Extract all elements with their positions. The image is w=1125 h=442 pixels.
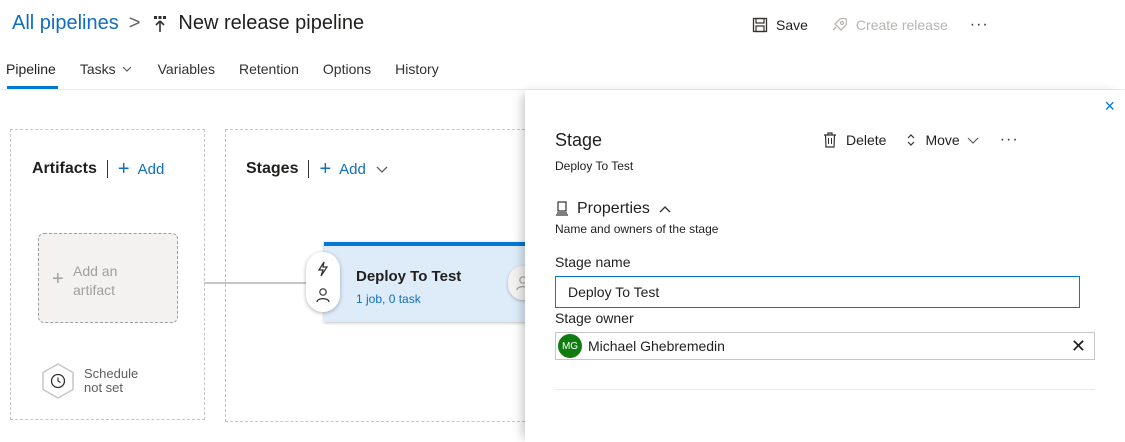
header-actions: Save Create release ··· xyxy=(752,16,989,34)
chevron-down-icon xyxy=(967,137,979,144)
chevron-down-icon xyxy=(376,166,388,173)
delete-label: Delete xyxy=(846,132,887,148)
add-artifact-text-line2: artifact xyxy=(73,282,116,298)
create-release-label: Create release xyxy=(855,17,948,33)
stage-card-name: Deploy To Test xyxy=(356,268,462,285)
pre-deployment-conditions[interactable] xyxy=(306,252,340,312)
schedule-text: Schedule not set xyxy=(84,367,138,395)
schedule-trigger[interactable]: Schedule not set xyxy=(40,362,138,400)
panel-more-button[interactable]: ··· xyxy=(1000,131,1019,149)
stage-owner-label: Stage owner xyxy=(555,310,634,326)
trash-icon xyxy=(824,132,836,148)
properties-section-toggle[interactable]: Properties xyxy=(555,200,680,218)
clock-icon xyxy=(42,363,74,399)
delete-stage-button[interactable]: Delete xyxy=(823,132,886,148)
breadcrumb-all-pipelines[interactable]: All pipelines xyxy=(12,12,119,35)
tab-tasks-label: Tasks xyxy=(79,61,116,77)
tab-history[interactable]: History xyxy=(395,61,439,77)
panel-subtitle: Deploy To Test xyxy=(555,159,634,173)
rocket-icon xyxy=(832,17,848,31)
add-stage-label: Add xyxy=(339,160,366,178)
tab-pipeline[interactable]: Pipeline xyxy=(6,61,56,77)
stage-name-input[interactable] xyxy=(555,276,1080,308)
page-title: New release pipeline xyxy=(178,12,365,34)
breadcrumb-separator: > xyxy=(128,12,141,34)
add-artifact-text: Add an artifact xyxy=(73,262,153,300)
remove-owner-button[interactable]: ✕ xyxy=(1071,336,1086,357)
approver-person-icon[interactable] xyxy=(315,287,331,303)
plus-icon: + xyxy=(52,268,64,290)
chevron-down-icon xyxy=(122,66,132,72)
tab-tasks[interactable]: Tasks xyxy=(80,61,134,77)
owner-name: Michael Ghebremedin xyxy=(588,338,725,354)
artifacts-title: Artifacts xyxy=(32,160,97,177)
release-pipeline-icon xyxy=(152,15,168,33)
plus-icon: + xyxy=(117,158,130,180)
panel-title: Stage xyxy=(555,130,603,150)
properties-icon xyxy=(556,201,568,216)
avatar: MG xyxy=(558,334,582,358)
panel-divider xyxy=(555,389,1095,390)
stage-owner-field[interactable]: MG Michael Ghebremedin ✕ xyxy=(555,332,1095,360)
add-artifact-label: Add xyxy=(137,160,165,178)
tab-options[interactable]: Options xyxy=(323,61,371,77)
more-actions-button[interactable]: ··· xyxy=(970,16,989,34)
move-stage-button[interactable]: Move xyxy=(906,132,979,148)
schedule-line1: Schedule xyxy=(84,366,139,381)
close-panel-button[interactable]: × xyxy=(1104,96,1115,117)
stage-card-deploy-to-test[interactable]: Deploy To Test 1 job, 0 task xyxy=(324,242,534,322)
tab-retention[interactable]: Retention xyxy=(239,61,299,77)
stages-header: Stages + Add xyxy=(246,159,390,179)
properties-title: Properties xyxy=(577,200,650,217)
stage-properties-panel: × Stage Deploy To Test Delete Move ··· P… xyxy=(525,90,1125,442)
schedule-line2: not set xyxy=(84,380,124,395)
breadcrumb: All pipelines > New release pipeline xyxy=(12,12,364,35)
divider-bar xyxy=(106,160,108,178)
save-icon xyxy=(752,17,768,33)
create-release-button[interactable]: Create release xyxy=(830,17,948,33)
chevron-up-icon xyxy=(659,206,671,213)
divider-bar xyxy=(308,160,310,178)
properties-description: Name and owners of the stage xyxy=(555,222,719,236)
artifacts-header: Artifacts + Add xyxy=(32,159,164,179)
add-artifact-text-line1: Add an xyxy=(73,263,118,279)
tab-bar: Pipeline Tasks Variables Retention Optio… xyxy=(6,61,463,77)
save-label: Save xyxy=(776,17,808,33)
add-stage-button[interactable]: + Add xyxy=(319,159,389,179)
plus-icon: + xyxy=(319,158,332,180)
move-label: Move xyxy=(925,132,960,148)
add-artifact-card[interactable]: + Add an artifact xyxy=(38,233,178,323)
stage-name-label: Stage name xyxy=(555,254,631,270)
trigger-lightning-icon[interactable] xyxy=(315,261,331,277)
add-artifact-button[interactable]: + Add xyxy=(118,159,164,179)
stages-title: Stages xyxy=(246,160,299,177)
stage-card-jobs-link[interactable]: 1 job, 0 task xyxy=(356,292,421,306)
tab-variables[interactable]: Variables xyxy=(158,61,215,77)
panel-actions: Delete Move ··· xyxy=(823,131,1019,149)
save-button[interactable]: Save xyxy=(752,17,808,33)
up-down-icon xyxy=(908,134,915,146)
